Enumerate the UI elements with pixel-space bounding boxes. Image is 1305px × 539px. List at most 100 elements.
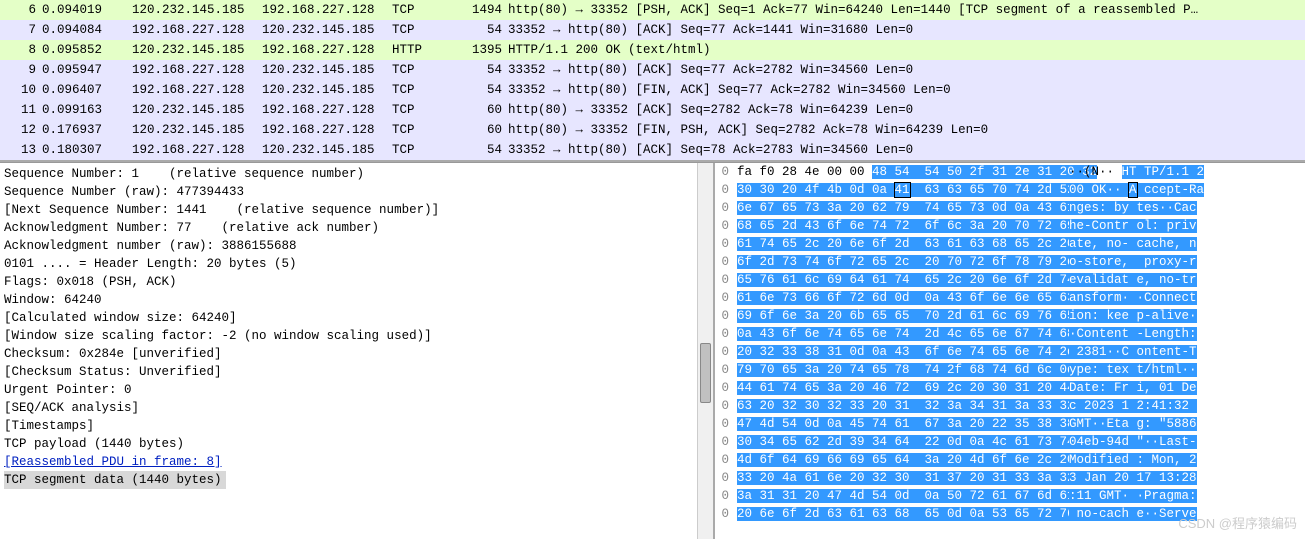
packet-list[interactable]: 60.094019120.232.145.185192.168.227.128T… <box>0 0 1305 162</box>
hex-offset: 0 <box>715 469 733 487</box>
hex-row[interactable]: 06f 2d 73 74 6f 72 65 2c 20 70 72 6f 78 … <box>715 253 1305 271</box>
hex-row[interactable]: 063 20 32 30 32 33 20 31 32 3a 34 31 3a … <box>715 397 1305 415</box>
detail-hdr-len[interactable]: 0101 .... = Header Length: 20 bytes (5) <box>4 255 709 273</box>
col-info: 33352 → http(80) [ACK] Seq=77 Ack=1441 W… <box>508 21 1305 39</box>
detail-ack-raw[interactable]: Acknowledgment number (raw): 3886155688 <box>4 237 709 255</box>
hex-ascii: nges: by tes··Cac <box>1063 199 1197 217</box>
hex-row[interactable]: 030 30 20 4f 4b 0d 0a 41 63 63 65 70 74 … <box>715 181 1305 199</box>
col-no: 10 <box>0 81 42 99</box>
detail-seq-raw[interactable]: Sequence Number (raw): 477394433 <box>4 183 709 201</box>
col-time: 0.095852 <box>42 41 132 59</box>
packet-row[interactable]: 130.180307192.168.227.128120.232.145.185… <box>0 140 1305 160</box>
packet-row[interactable]: 60.094019120.232.145.185192.168.227.128T… <box>0 0 1305 20</box>
col-info: http(80) → 33352 [ACK] Seq=2782 Ack=78 W… <box>508 101 1305 119</box>
hex-offset: 0 <box>715 235 733 253</box>
hex-row[interactable]: 030 34 65 62 2d 39 34 64 22 0d 0a 4c 61 … <box>715 433 1305 451</box>
col-destination: 120.232.145.185 <box>262 141 392 159</box>
hex-offset: 0 <box>715 163 733 181</box>
hex-offset: 0 <box>715 451 733 469</box>
hex-ascii: evalidat e, no-tr <box>1063 271 1197 289</box>
hex-row[interactable]: 020 6e 6f 2d 63 61 63 68 65 0d 0a 53 65 … <box>715 505 1305 523</box>
detail-seq[interactable]: Sequence Number: 1 (relative sequence nu… <box>4 165 709 183</box>
detail-win-scale[interactable]: [Window size scaling factor: -2 (no wind… <box>4 327 709 345</box>
detail-tcp-segment-selected[interactable]: TCP segment data (1440 bytes) <box>4 471 226 489</box>
hex-ascii: ·Content -Length: <box>1063 325 1197 343</box>
hex-ascii: Date: Fr i, 01 De <box>1063 379 1197 397</box>
detail-checksum[interactable]: Checksum: 0x284e [unverified] <box>4 345 709 363</box>
col-length: 1494 <box>454 1 508 19</box>
hex-bytes: 20 6e 6f 2d 63 61 63 68 65 0d 0a 53 65 7… <box>733 505 1063 523</box>
detail-urgent[interactable]: Urgent Pointer: 0 <box>4 381 709 399</box>
hex-dump-pane[interactable]: 0fa f0 28 4e 00 00 48 54 54 50 2f 31 2e … <box>715 163 1305 539</box>
hex-row[interactable]: 061 74 65 2c 20 6e 6f 2d 63 61 63 68 65 … <box>715 235 1305 253</box>
hex-bytes: 33 20 4a 61 6e 20 32 30 31 37 20 31 33 3… <box>733 469 1063 487</box>
col-length: 1395 <box>454 41 508 59</box>
detail-seqack-analysis[interactable]: [SEQ/ACK analysis] <box>4 399 709 417</box>
col-destination: 120.232.145.185 <box>262 61 392 79</box>
hex-row[interactable]: 033 20 4a 61 6e 20 32 30 31 37 20 31 33 … <box>715 469 1305 487</box>
detail-tcp-payload[interactable]: TCP payload (1440 bytes) <box>4 435 709 453</box>
details-scrollbar-thumb[interactable] <box>700 343 711 403</box>
hex-row[interactable]: 00a 43 6f 6e 74 65 6e 74 2d 4c 65 6e 67 … <box>715 325 1305 343</box>
detail-flags[interactable]: Flags: 0x018 (PSH, ACK) <box>4 273 709 291</box>
detail-checksum-status[interactable]: [Checksum Status: Unverified] <box>4 363 709 381</box>
hex-offset: 0 <box>715 217 733 235</box>
col-no: 9 <box>0 61 42 79</box>
col-length: 60 <box>454 101 508 119</box>
col-protocol: TCP <box>392 141 454 159</box>
col-info: HTTP/1.1 200 OK (text/html) <box>508 41 1305 59</box>
col-time: 0.176937 <box>42 121 132 139</box>
hex-offset: 0 <box>715 325 733 343</box>
detail-reassembled-link[interactable]: [Reassembled PDU in frame: 8] <box>4 453 709 471</box>
col-source: 192.168.227.128 <box>132 141 262 159</box>
hex-row[interactable]: 04d 6f 64 69 66 69 65 64 3a 20 4d 6f 6e … <box>715 451 1305 469</box>
hex-row[interactable]: 044 61 74 65 3a 20 46 72 69 2c 20 30 31 … <box>715 379 1305 397</box>
hex-row[interactable]: 020 32 33 38 31 0d 0a 43 6f 6e 74 65 6e … <box>715 343 1305 361</box>
hex-ascii: Modified : Mon, 2 <box>1063 451 1197 469</box>
col-protocol: TCP <box>392 121 454 139</box>
detail-window[interactable]: Window: 64240 <box>4 291 709 309</box>
hex-row[interactable]: 069 6f 6e 3a 20 6b 65 65 70 2d 61 6c 69 … <box>715 307 1305 325</box>
col-time: 0.095947 <box>42 61 132 79</box>
hex-row[interactable]: 06e 67 65 73 3a 20 62 79 74 65 73 0d 0a … <box>715 199 1305 217</box>
packet-row[interactable]: 90.095947192.168.227.128120.232.145.185T… <box>0 60 1305 80</box>
col-no: 6 <box>0 1 42 19</box>
hex-row[interactable]: 068 65 2d 43 6f 6e 74 72 6f 6c 3a 20 70 … <box>715 217 1305 235</box>
col-protocol: TCP <box>392 21 454 39</box>
col-no: 11 <box>0 101 42 119</box>
col-info: 33352 → http(80) [FIN, ACK] Seq=77 Ack=2… <box>508 81 1305 99</box>
col-time: 0.099163 <box>42 101 132 119</box>
packet-row[interactable]: 80.095852120.232.145.185192.168.227.128H… <box>0 40 1305 60</box>
packet-row[interactable]: 100.096407192.168.227.128120.232.145.185… <box>0 80 1305 100</box>
packet-details-pane[interactable]: Sequence Number: 1 (relative sequence nu… <box>0 163 715 539</box>
detail-calc-window[interactable]: [Calculated window size: 64240] <box>4 309 709 327</box>
detail-next-seq[interactable]: [Next Sequence Number: 1441 (relative se… <box>4 201 709 219</box>
col-info: http(80) → 33352 [PSH, ACK] Seq=1 Ack=77… <box>508 1 1305 19</box>
col-length: 54 <box>454 81 508 99</box>
packet-row[interactable]: 120.176937120.232.145.185192.168.227.128… <box>0 120 1305 140</box>
hex-offset: 0 <box>715 271 733 289</box>
detail-ack[interactable]: Acknowledgment Number: 77 (relative ack … <box>4 219 709 237</box>
details-scrollbar[interactable] <box>697 163 713 539</box>
packet-row[interactable]: 110.099163120.232.145.185192.168.227.128… <box>0 100 1305 120</box>
hex-row[interactable]: 03a 31 31 20 47 4d 54 0d 0a 50 72 61 67 … <box>715 487 1305 505</box>
col-protocol: TCP <box>392 61 454 79</box>
col-no: 13 <box>0 141 42 159</box>
col-destination: 192.168.227.128 <box>262 1 392 19</box>
col-length: 54 <box>454 61 508 79</box>
hex-row[interactable]: 061 6e 73 66 6f 72 6d 0d 0a 43 6f 6e 6e … <box>715 289 1305 307</box>
hex-row[interactable]: 0fa f0 28 4e 00 00 48 54 54 50 2f 31 2e … <box>715 163 1305 181</box>
col-destination: 120.232.145.185 <box>262 21 392 39</box>
hex-bytes: 30 30 20 4f 4b 0d 0a 41 63 63 65 70 74 2… <box>733 181 1063 199</box>
hex-row[interactable]: 079 70 65 3a 20 74 65 78 74 2f 68 74 6d … <box>715 361 1305 379</box>
detail-timestamps[interactable]: [Timestamps] <box>4 417 709 435</box>
hex-ascii: ype: tex t/html·· <box>1063 361 1197 379</box>
col-no: 8 <box>0 41 42 59</box>
packet-row[interactable]: 70.094084192.168.227.128120.232.145.185T… <box>0 20 1305 40</box>
col-length: 60 <box>454 121 508 139</box>
col-source: 192.168.227.128 <box>132 61 262 79</box>
hex-row[interactable]: 047 4d 54 0d 0a 45 74 61 67 3a 20 22 35 … <box>715 415 1305 433</box>
hex-ascii: o-store, proxy-r <box>1063 253 1197 271</box>
hex-ascii: c 2023 1 2:41:32 <box>1063 397 1197 415</box>
hex-row[interactable]: 065 76 61 6c 69 64 61 74 65 2c 20 6e 6f … <box>715 271 1305 289</box>
